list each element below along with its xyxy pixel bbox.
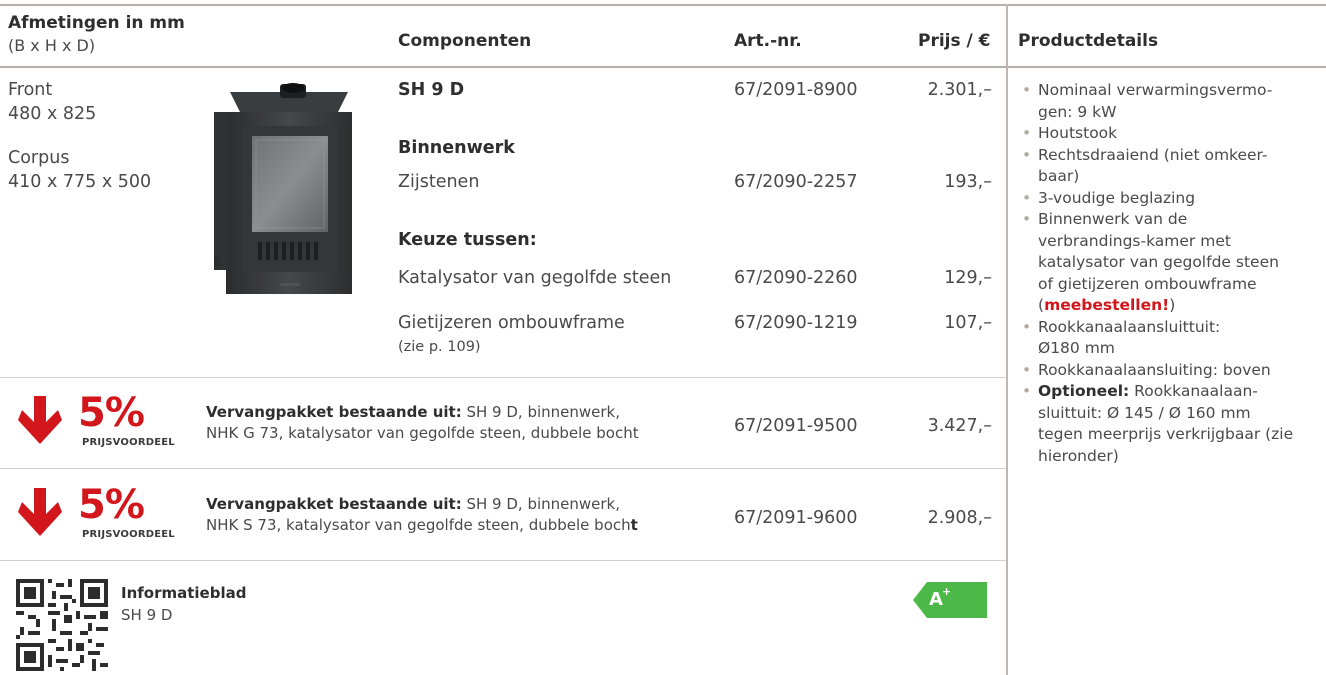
rule-after-package-2 [0,560,1006,561]
detail-item: Binnenwerk van de verbrandings-kamer met… [1018,209,1323,317]
front-value: 480 x 825 [8,104,97,124]
header-dimensions-sub: (B x H x D) [8,36,96,55]
detail-item: Rookkanaalaansluittuit: Ø180 mm [1018,317,1323,360]
package-2-title: Vervangpakket bestaande uit: [206,495,462,513]
stove-image [214,83,352,294]
header-components: Componenten [398,31,532,51]
detail-item: Rookkanaalaansluiting: boven [1018,360,1323,382]
package-1-title: Vervangpakket bestaande uit: [206,403,462,421]
artnr-ombouwframe: 67/2090-1219 [734,313,858,333]
component-ombouwframe-note: (zie p. 109) [398,339,481,355]
detail-text: Nominaal verwarmingsvermo- gen: 9 kW [1038,81,1273,121]
front-label: Front [8,80,53,100]
detail-text: Rookkanaalaansluittuit: Ø180 mm [1038,317,1221,358]
energy-label: A + [913,582,987,618]
package-2-line1: SH 9 D, binnenwerk, [461,495,620,513]
discount-arrow-icon [18,488,62,536]
section-binnenwerk: Binnenwerk [398,138,515,158]
rule-after-components [0,377,1006,378]
detail-item: Houtstook [1018,123,1323,145]
corpus-label: Corpus [8,148,70,168]
package-2-description: Vervangpakket bestaande uit: SH 9 D, bin… [206,494,638,536]
price-katalysator: 129,– [944,268,992,288]
package-2-discount-label: PRIJSVOORDEEL [82,529,175,540]
top-rule [0,4,1326,6]
discount-arrow-icon [18,396,62,444]
package-1-line1: SH 9 D, binnenwerk, [461,403,620,421]
artnr-sh9d: 67/2091-8900 [734,80,858,100]
package-1-price: 3.427,– [927,416,992,436]
detail-item: Rechtsdraaiend (niet omkeer- baar) [1018,145,1323,188]
package-1-discount: 5% [78,390,145,436]
price-zijstenen: 193,– [944,172,992,192]
package-2-line2: NHK S 73, katalysator van gegolfde steen… [206,516,631,534]
product-details-list: Nominaal verwarmingsvermo- gen: 9 kW Hou… [1018,80,1323,467]
column-divider [1006,4,1008,675]
detail-text: Rechtsdraaiend (niet omkeer- baar) [1038,145,1268,186]
component-ombouwframe: Gietijzeren ombouwframe [398,313,625,333]
detail-text: 3-voudige beglazing [1038,188,1196,207]
detail-item: Optioneel: Rookkanaalaan- sluittuit: Ø 1… [1018,381,1323,467]
package-2-line2-tail: t [630,516,638,534]
detail-item: 3-voudige beglazing [1018,188,1323,210]
price-ombouwframe: 107,– [944,313,992,333]
detail-text: Houtstook [1038,124,1118,142]
header-artnr: Art.-nr. [734,31,802,51]
detail-text: Rookkanaalaansluiting: boven [1038,360,1271,379]
energy-class: A [929,589,943,610]
header-dimensions: Afmetingen in mm [8,13,185,33]
package-2-artnr: 67/2091-9600 [734,508,858,528]
component-sh9d: SH 9 D [398,80,465,100]
header-rule [0,66,1006,68]
package-2-price: 2.908,– [927,508,992,528]
header-details: Productdetails [1018,31,1159,51]
detail-emphasis: meebestellen! [1044,296,1170,314]
artnr-zijstenen: 67/2090-2257 [734,172,858,192]
package-1-artnr: 67/2091-9500 [734,416,858,436]
price-sh9d: 2.301,– [927,80,992,100]
component-zijstenen: Zijstenen [398,172,480,192]
info-title: Informatieblad [121,584,247,602]
corpus-value: 410 x 775 x 500 [8,172,152,192]
package-2-discount: 5% [78,482,145,528]
artnr-katalysator: 67/2090-2260 [734,268,858,288]
detail-bold: Optioneel: [1038,382,1130,400]
detail-paren-close: ) [1169,296,1176,314]
qr-code-image [16,579,108,671]
detail-item: Nominaal verwarmingsvermo- gen: 9 kW [1018,80,1323,123]
package-1-line2: NHK G 73, katalysator van gegolfde steen… [206,424,639,442]
energy-class-sup: + [942,585,952,598]
header-price: Prijs / € [918,31,991,51]
package-1-description: Vervangpakket bestaande uit: SH 9 D, bin… [206,402,639,444]
info-subtitle: SH 9 D [121,606,173,624]
header-rule-right [1008,66,1326,68]
component-katalysator: Katalysator van gegolfde steen [398,268,672,288]
section-keuze: Keuze tussen: [398,230,537,250]
rule-after-package-1 [0,468,1006,469]
detail-text: Binnenwerk van de verbrandings-kamer met… [1038,210,1279,293]
package-1-discount-label: PRIJSVOORDEEL [82,437,175,448]
